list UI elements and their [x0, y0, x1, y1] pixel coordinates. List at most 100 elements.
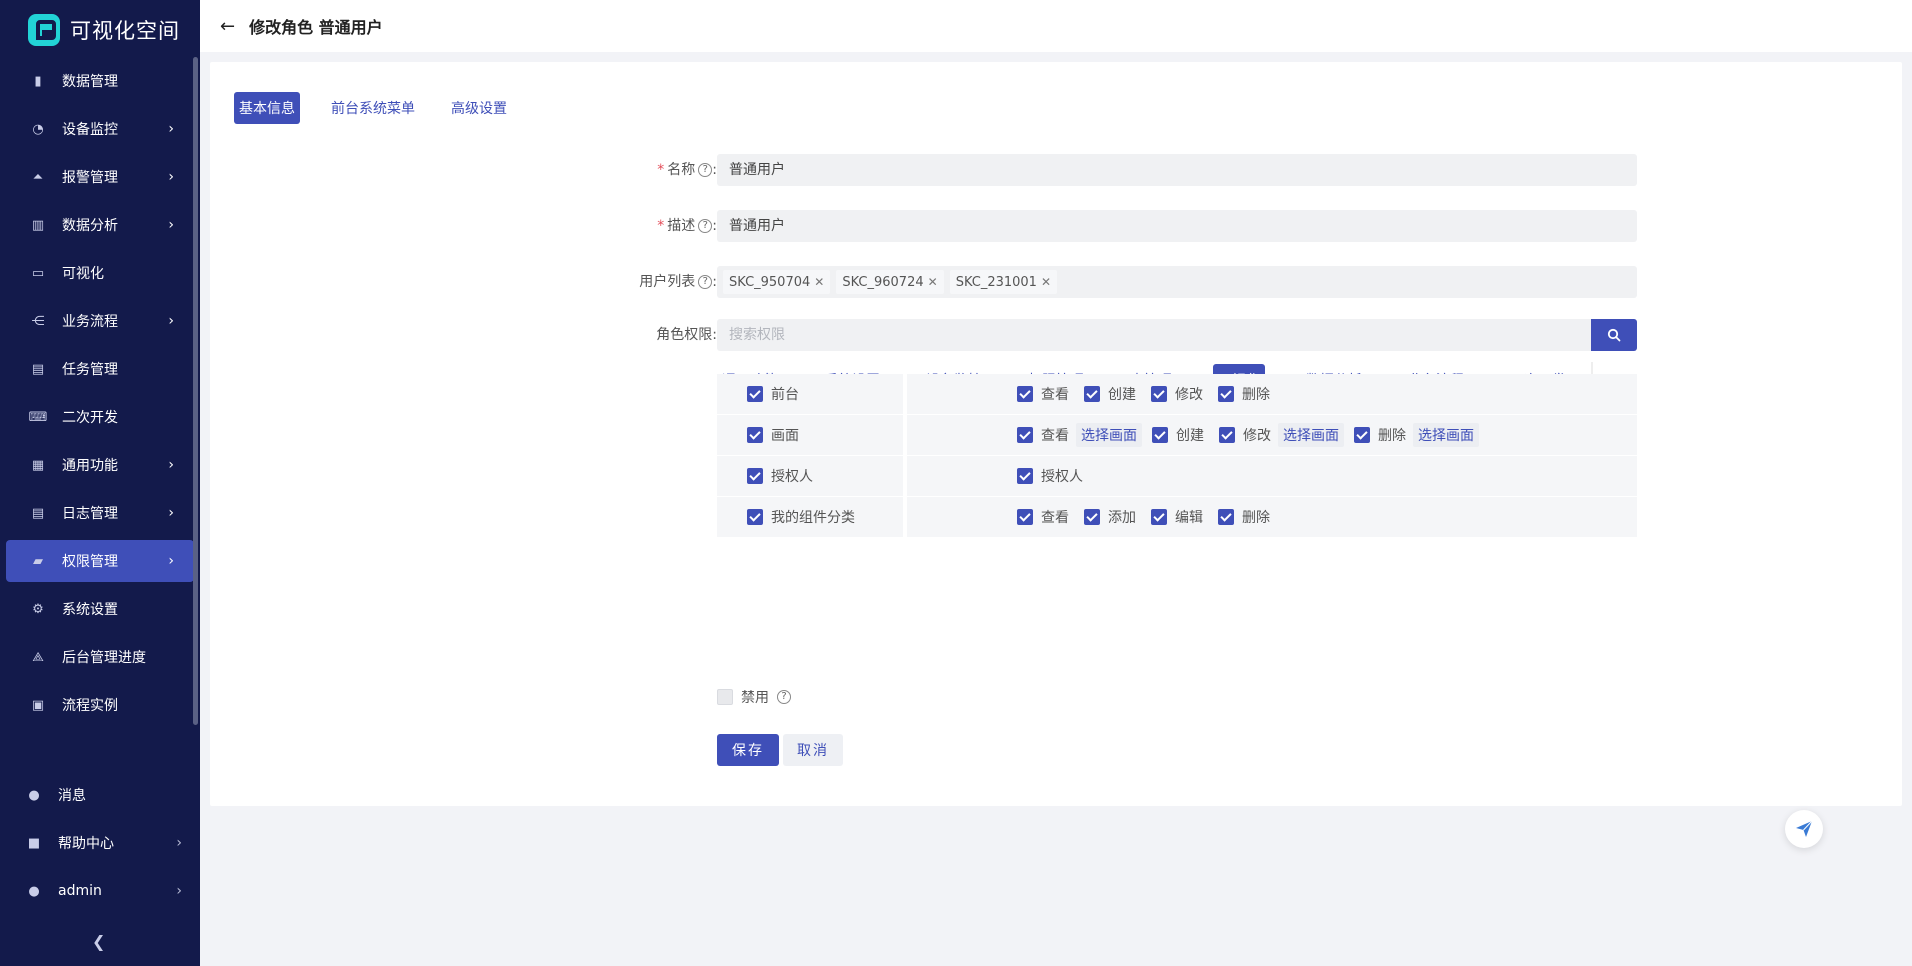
permission-label: 查看 [1041, 387, 1069, 403]
sidebar-item-2[interactable]: ⏶ 报警管理 › [6, 156, 194, 198]
save-button[interactable]: 保存 [717, 734, 779, 766]
select-screen-link[interactable]: 选择画面 [1413, 423, 1479, 447]
permission-checkbox[interactable] [1151, 509, 1167, 525]
permission-group-checkbox[interactable] [747, 427, 763, 443]
permission-label: 删除 [1242, 387, 1270, 403]
permission-group-label: 我的组件分类 [771, 510, 855, 526]
permission-checkbox[interactable] [1218, 509, 1234, 525]
permission-checkbox[interactable] [1084, 386, 1100, 402]
app-logo[interactable]: 可视化空间 [0, 0, 200, 60]
collapse-sidebar-icon[interactable]: ❮ [92, 932, 105, 951]
sidebar-item-9[interactable]: ▤ 日志管理 › [6, 492, 194, 534]
send-feedback-button[interactable] [1785, 810, 1823, 848]
tab-2[interactable]: 高级设置 [446, 92, 512, 124]
permission-group-checkbox[interactable] [747, 386, 763, 402]
select-screen-link[interactable]: 选择画面 [1076, 423, 1142, 447]
tab-0[interactable]: 基本信息 [234, 92, 300, 124]
permission-row: 我的组件分类 查看 添加 编辑 删除 [717, 497, 1637, 537]
sidebar-item-3[interactable]: ▥ 数据分析 › [6, 204, 194, 246]
permission-checkbox[interactable] [1017, 427, 1033, 443]
sidebar-item-label: 二次开发 [62, 410, 118, 426]
name-input[interactable]: 普通用户 [717, 154, 1637, 186]
permission-label: 创建 [1108, 387, 1136, 403]
permission-label: 删除 [1242, 510, 1270, 526]
sidebar-item-4[interactable]: ▭ 可视化 [6, 252, 194, 294]
permission-checkbox[interactable] [1017, 386, 1033, 402]
chevron-right-icon: › [168, 313, 174, 329]
permission-checkbox[interactable] [1219, 427, 1235, 443]
alarm-icon: ⏶ [32, 169, 44, 185]
permission-actions: 授权人 [907, 456, 1637, 496]
section-tabs: 基本信息 前台系统菜单 高级设置 [234, 92, 538, 124]
chevron-right-icon: › [176, 835, 182, 851]
sidebar-scrollbar[interactable] [193, 57, 198, 725]
close-icon[interactable]: ✕ [1041, 275, 1051, 289]
permission-label: 查看 [1041, 510, 1069, 526]
tab-1[interactable]: 前台系统菜单 [326, 92, 420, 124]
description-label: * 描述?: [657, 218, 717, 234]
user-icon: ● [28, 883, 40, 899]
permission-group-checkbox[interactable] [747, 509, 763, 525]
log-icon: ▤ [31, 505, 45, 521]
permission-actions: 查看 添加 编辑 删除 [907, 497, 1637, 537]
user-tag[interactable]: SKC_231001 ✕ [949, 270, 1058, 294]
user-tag[interactable]: SKC_950704 ✕ [723, 270, 831, 294]
page-title: 修改角色 普通用户 [249, 18, 383, 37]
help-icon[interactable]: ? [698, 219, 713, 233]
sidebar-bottom-item-0[interactable]: ● 消息 [0, 771, 200, 819]
sidebar-item-8[interactable]: ▦ 通用功能 › [6, 444, 194, 486]
permission-checkbox[interactable] [1152, 427, 1168, 443]
sidebar-item-11[interactable]: ⚙ 系统设置 [6, 588, 194, 630]
permission-checkbox[interactable] [1151, 386, 1167, 402]
permission-checkbox[interactable] [1354, 427, 1370, 443]
user-tag-label: SKC_950704 [729, 274, 811, 290]
chevron-right-icon: › [168, 121, 174, 137]
permission-label: 查看 [1041, 428, 1069, 444]
sidebar-bottom-label: 帮助中心 [58, 836, 114, 852]
help-icon[interactable]: ? [698, 163, 713, 177]
sidebar-item-1[interactable]: ◔ 设备监控 › [6, 108, 194, 150]
permission-checkbox[interactable] [1017, 468, 1033, 484]
close-icon[interactable]: ✕ [928, 275, 938, 289]
task-icon: ▤ [31, 361, 45, 377]
cancel-button[interactable]: 取消 [783, 734, 843, 766]
app-title: 可视化空间 [70, 19, 180, 43]
disable-checkbox[interactable] [717, 689, 733, 705]
user-list-select[interactable]: SKC_950704 ✕ SKC_960724 ✕ SKC_231001 ✕ [717, 266, 1637, 298]
permission-label: 编辑 [1175, 510, 1203, 526]
permission-row: 画面 查看 选择画面 创建 修改 选择画面 删除 选择画面 [717, 415, 1637, 455]
permission-checkbox[interactable] [1017, 509, 1033, 525]
sidebar-item-7[interactable]: ⌨ 二次开发 [6, 396, 194, 438]
sidebar-bottom-item-1[interactable]: ■ 帮助中心 › [0, 819, 200, 867]
back-arrow-icon[interactable]: ← [220, 16, 235, 37]
sidebar-item-label: 可视化 [62, 266, 104, 282]
sidebar-bottom-item-2[interactable]: ● admin › [0, 867, 200, 915]
permission-group-checkbox[interactable] [747, 468, 763, 484]
permission-label: 添加 [1108, 510, 1136, 526]
search-button[interactable] [1591, 319, 1637, 351]
sidebar-item-13[interactable]: ▣ 流程实例 [6, 684, 194, 726]
permission-checkbox[interactable] [1218, 386, 1234, 402]
help-icon[interactable]: ? [777, 690, 791, 704]
chevron-right-icon: › [168, 169, 174, 185]
help-icon[interactable]: ? [698, 275, 713, 289]
sidebar-item-6[interactable]: ▤ 任务管理 [6, 348, 194, 390]
sidebar-item-label: 业务流程 [62, 314, 118, 330]
user-tag[interactable]: SKC_960724 ✕ [836, 270, 944, 294]
permission-search-input[interactable]: 搜索权限 [717, 319, 1591, 351]
description-input[interactable]: 普通用户 [717, 210, 1637, 242]
sidebar-item-0[interactable]: ▮ 数据管理 [6, 60, 194, 102]
user-list-label: 用户列表?: [639, 274, 717, 290]
sidebar-item-12[interactable]: ⟁ 后台管理进度 [6, 636, 194, 678]
permission-label: 删除 [1378, 428, 1406, 444]
sidebar-item-10[interactable]: ▰ 权限管理 › [6, 540, 194, 582]
permission-checkbox[interactable] [1084, 509, 1100, 525]
page-header: ← 修改角色 普通用户 [200, 0, 1912, 52]
select-screen-link[interactable]: 选择画面 [1278, 423, 1344, 447]
sidebar-item-label: 系统设置 [62, 602, 118, 618]
close-icon[interactable]: ✕ [814, 275, 824, 289]
disable-option[interactable]: 禁用 ? [717, 687, 791, 707]
permission-group: 画面 [717, 415, 903, 455]
sidebar-item-5[interactable]: ⋲ 业务流程 › [6, 300, 194, 342]
paper-plane-icon [1796, 820, 1813, 837]
